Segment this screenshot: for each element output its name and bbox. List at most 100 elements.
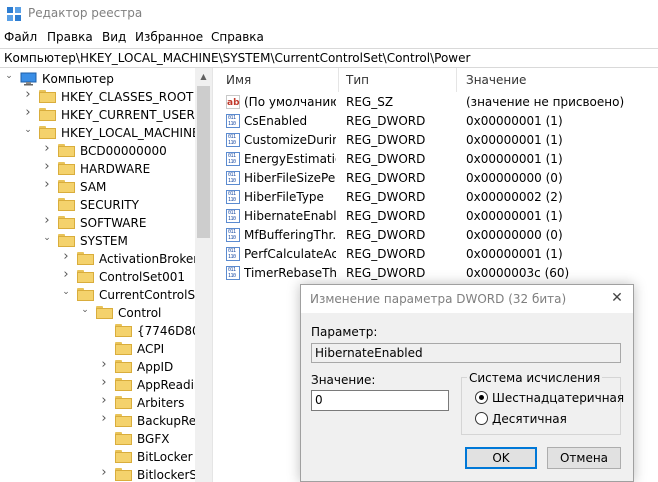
close-icon[interactable]: ✕ <box>609 290 625 306</box>
binary-value-icon: 011 110 <box>226 266 240 280</box>
value-data-input[interactable]: 0 <box>311 390 449 411</box>
chevron-down-icon[interactable]: ⌄ <box>23 125 33 135</box>
folder-icon <box>39 90 56 103</box>
hexadecimal-label[interactable]: Шестнадцатеричная <box>492 391 624 405</box>
tree-item[interactable]: › AppReadin <box>0 376 201 394</box>
chevron-right-icon[interactable]: › <box>61 268 71 281</box>
chevron-down-icon[interactable]: ⌄ <box>61 287 71 297</box>
chevron-right-icon[interactable]: › <box>99 394 109 407</box>
value-type: REG_DWORD <box>346 171 426 185</box>
tree-scrollbar[interactable]: ▲ <box>195 68 212 482</box>
menu-help[interactable]: Справка <box>211 30 264 44</box>
column-header-name[interactable]: Имя <box>226 73 251 87</box>
ok-button[interactable]: OK <box>465 447 537 469</box>
value-name: TimerRebaseThr... <box>244 266 336 280</box>
value-type: REG_DWORD <box>346 209 426 223</box>
decimal-label[interactable]: Десятичная <box>492 412 567 426</box>
value-row[interactable]: 011110 HibernateEnabled REG_DWORD 0x0000000… <box>218 207 658 226</box>
chevron-right-icon[interactable]: › <box>99 412 109 425</box>
cancel-button[interactable]: Отмена <box>547 447 621 469</box>
tree-arrow-placeholder <box>42 200 52 210</box>
chevron-right-icon[interactable]: › <box>99 376 109 389</box>
menu-bar: Файл Правка Вид Избранное Справка <box>0 28 658 48</box>
base-groupbox-label: Система исчисления <box>467 371 603 385</box>
tree-item[interactable]: › Arbiters <box>0 394 195 412</box>
chevron-right-icon[interactable]: › <box>23 88 33 101</box>
menu-file[interactable]: Файл <box>4 30 37 44</box>
value-type: REG_DWORD <box>346 228 426 242</box>
tree-item[interactable]: › ActivationBroker <box>0 250 198 268</box>
tree-item[interactable]: {7746D80F- <box>0 322 211 340</box>
tree-item[interactable]: ⌄ Компьютер <box>0 70 195 88</box>
tree-item[interactable]: › SAM <box>0 178 195 196</box>
address-path[interactable]: Компьютер\HKEY_LOCAL_MACHINE\SYSTEM\Curr… <box>4 51 470 65</box>
tree-item[interactable]: BGFX <box>0 430 195 448</box>
value-data: (значение не присвоено) <box>466 95 625 109</box>
chevron-right-icon[interactable]: › <box>99 358 109 371</box>
tree-item[interactable]: › BackupRes <box>0 412 202 430</box>
base-groupbox <box>461 377 621 435</box>
tree-item[interactable]: SECURITY <box>0 196 195 214</box>
value-data: 0x0000003c (60) <box>466 266 570 280</box>
value-row[interactable]: 011110 TimerRebaseThr... REG_DWORD 0x000000… <box>218 264 658 283</box>
column-divider[interactable] <box>338 68 339 92</box>
chevron-down-icon[interactable]: ⌄ <box>42 233 52 243</box>
decimal-radio[interactable] <box>475 412 488 425</box>
tree-item[interactable]: ⌄ SYSTEM <box>0 232 195 250</box>
tree-item[interactable]: ⌄ HKEY_LOCAL_MACHINE <box>0 124 199 142</box>
tree-item[interactable]: › BitlockerSt <box>0 466 201 482</box>
tree-item[interactable]: › HKEY_CURRENT_USER <box>0 106 195 124</box>
value-data: 0x00000000 (0) <box>466 171 563 185</box>
chevron-down-icon[interactable]: ⌄ <box>4 71 14 81</box>
tree-item-label: BCD00000000 <box>80 144 167 158</box>
value-data: 0x00000001 (1) <box>466 114 563 128</box>
tree-item[interactable]: › SOFTWARE <box>0 214 195 232</box>
value-data: 0x00000000 (0) <box>466 228 563 242</box>
folder-icon <box>115 324 132 337</box>
tree-item[interactable]: ACPI <box>0 340 195 358</box>
value-row[interactable]: 011110 CustomizeDurin... REG_DWORD 0x000000… <box>218 131 658 150</box>
chevron-down-icon[interactable]: ⌄ <box>80 305 90 315</box>
tree-arrow-placeholder <box>99 452 109 462</box>
chevron-right-icon[interactable]: › <box>42 142 52 155</box>
value-row[interactable]: ab (По умолчанию) REG_SZ (значение не присв… <box>218 93 658 112</box>
chevron-right-icon[interactable]: › <box>99 466 109 479</box>
tree-item[interactable]: › ControlSet001 <box>0 268 195 286</box>
chevron-right-icon[interactable]: › <box>61 250 71 263</box>
address-bar[interactable]: Компьютер\HKEY_LOCAL_MACHINE\SYSTEM\Curr… <box>0 48 658 68</box>
tree-item[interactable]: BitLocker <box>0 448 195 466</box>
value-row[interactable]: 011110 HiberFileSizePer... REG_DWORD 0x0000… <box>218 169 658 188</box>
menu-favorites[interactable]: Избранное <box>135 30 203 44</box>
menu-edit[interactable]: Правка <box>47 30 93 44</box>
tree-item-label: SYSTEM <box>80 234 128 248</box>
folder-icon <box>77 288 94 301</box>
value-name: PerfCalculateAc... <box>244 247 336 261</box>
tree-item[interactable]: › BCD00000000 <box>0 142 195 160</box>
column-header-value[interactable]: Значение <box>466 73 526 87</box>
value-row[interactable]: 011110 PerfCalculateAc... REG_DWORD 0x00000… <box>218 245 658 264</box>
column-header-type[interactable]: Тип <box>346 73 369 87</box>
tree-item[interactable]: ⌄ Control <box>0 304 195 322</box>
value-name: EnergyEstimatio... <box>244 152 336 166</box>
tree-item[interactable]: › HKEY_CLASSES_ROOT <box>0 88 195 106</box>
value-row[interactable]: 011110 EnergyEstimatio... REG_DWORD 0x00000… <box>218 150 658 169</box>
menu-view[interactable]: Вид <box>102 30 126 44</box>
hexadecimal-radio[interactable] <box>475 391 488 404</box>
chevron-right-icon[interactable]: › <box>23 106 33 119</box>
chevron-right-icon[interactable]: › <box>42 178 52 191</box>
tree-item[interactable]: ⌄ CurrentControlSet <box>0 286 207 304</box>
value-row[interactable]: 011 110 HiberFileType REG_DWORD 0x00000002 (… <box>218 188 658 207</box>
column-divider[interactable] <box>456 68 457 92</box>
tree-item[interactable]: › AppID <box>0 358 195 376</box>
tree-item[interactable]: › HARDWARE <box>0 160 195 178</box>
tree-scroll-thumb[interactable] <box>197 86 210 238</box>
chevron-right-icon[interactable]: › <box>42 214 52 227</box>
chevron-right-icon[interactable]: › <box>42 160 52 173</box>
scroll-up-arrow-icon[interactable]: ▲ <box>195 68 212 85</box>
tree-item-label: BitLocker <box>137 450 193 464</box>
binary-value-icon: 011 110 <box>226 247 240 261</box>
tree-item-label: AppReadin <box>137 378 202 392</box>
value-row[interactable]: 011 110 MfBufferingThr... REG_DWORD 0x000000… <box>218 226 658 245</box>
value-row[interactable]: 011 110 CsEnabled REG_DWORD 0x00000001 (1) <box>218 112 658 131</box>
folder-icon <box>58 180 75 193</box>
